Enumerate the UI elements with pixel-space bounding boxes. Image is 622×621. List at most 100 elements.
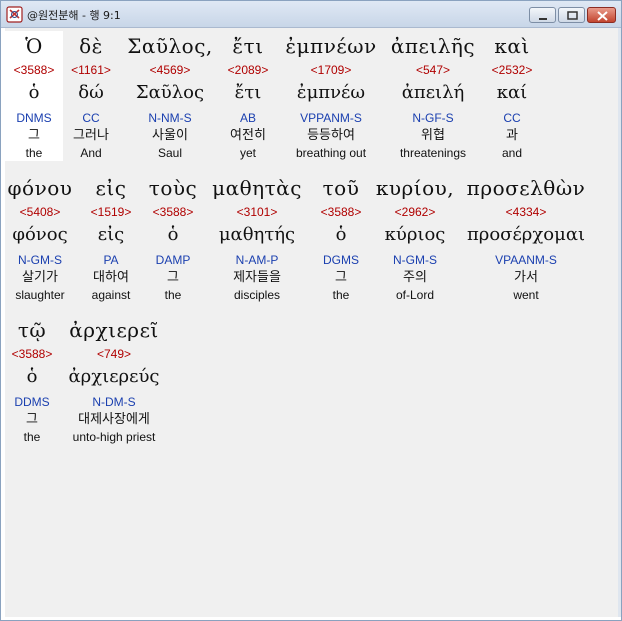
word-token[interactable]: κυρίου, <2962> κύριος N-GM-S 주의 of-Lord (373, 173, 457, 303)
english-gloss: Saul (157, 146, 183, 160)
morph-code: DGMS (323, 253, 359, 267)
korean-gloss: 여전히 (230, 128, 266, 143)
korean-gloss: 그러나 (73, 128, 109, 143)
english-gloss: And (80, 146, 102, 160)
korean-gloss: 살기가 (22, 270, 58, 285)
morph-code: N-DM-S (92, 395, 136, 409)
lemma: ἐμπνέω (296, 82, 366, 103)
word-token[interactable]: ἀπειλῆς <547> ἀπειλή N-GF-S 위협 threateni… (385, 31, 481, 161)
interlinear-panel: Ὁ <3588> ὁ DNMS 그 the δὲ <1161> δώ CC 그러… (5, 28, 618, 617)
word-token[interactable]: Ὁ <3588> ὁ DNMS 그 the (5, 31, 63, 161)
english-gloss: yet (239, 146, 256, 160)
minimize-button[interactable] (529, 7, 556, 23)
word-token[interactable]: Σαῦλος, <4569> Σαῦλος N-NM-S 사울이 Saul (121, 31, 219, 161)
strong-number[interactable]: <3588> (313, 203, 369, 221)
korean-gloss: 그 (26, 412, 38, 427)
korean-gloss: 그 (335, 270, 347, 285)
greek-word: Σαῦλος, (127, 34, 213, 58)
word-token[interactable]: καὶ <2532> καί CC 과 and (487, 31, 537, 161)
word-token[interactable]: τῷ <3588> ὁ DDMS 그 the (5, 315, 59, 445)
strong-number[interactable]: <4334> (461, 203, 591, 221)
greek-word: μαθητὰς (212, 176, 302, 200)
word-token[interactable]: δὲ <1161> δώ CC 그러나 And (63, 31, 119, 161)
word-token[interactable]: εἰς <1519> εἰς PA 대하여 against (83, 173, 139, 303)
close-button[interactable] (587, 7, 616, 23)
lemma: ἔτι (234, 82, 262, 103)
strong-number[interactable]: <749> (65, 345, 163, 363)
word-token[interactable]: μαθητὰς <3101> μαθητής N-AM-P 제자들을 disci… (209, 173, 305, 303)
lemma: Σαῦλος (135, 82, 205, 103)
english-gloss: threatenings (399, 146, 467, 160)
korean-gloss: 등등하여 (307, 128, 355, 143)
morph-code: AB (239, 111, 256, 125)
morph-code: VPPANM-S (300, 111, 362, 125)
greek-word: ἀρχιερεῖ (69, 318, 159, 342)
lemma: μαθητής (218, 224, 296, 245)
strong-number[interactable]: <5408> (7, 203, 73, 221)
window-right-border (618, 28, 621, 617)
word-token[interactable]: ἔτι <2089> ἔτι AB 여전히 yet (219, 31, 277, 161)
close-icon (597, 11, 608, 21)
word-token[interactable]: ἀρχιερεῖ <749> ἀρχιερεύς N-DM-S 대제사장에게 u… (65, 315, 163, 445)
morph-code: N-GF-S (412, 111, 454, 125)
word-token[interactable]: φόνου <5408> φόνος N-GM-S 살기가 slaughter (7, 173, 73, 303)
strong-number[interactable]: <3588> (143, 203, 203, 221)
greek-word: ἀπειλῆς (390, 34, 476, 58)
greek-word: ἔτι (232, 34, 264, 58)
lemma: ὁ (28, 82, 40, 103)
korean-gloss: 가서 (514, 270, 538, 285)
strong-number[interactable]: <3101> (209, 203, 305, 221)
title-bar[interactable]: @원전분해 - 행 9:1 (1, 1, 621, 28)
word-token[interactable]: τοῦ <3588> ὁ DGMS 그 the (313, 173, 369, 303)
morph-code: N-GM-S (18, 253, 62, 267)
window-title: @원전분해 - 행 9:1 (27, 9, 121, 22)
strong-number[interactable]: <1161> (63, 61, 119, 79)
minimize-icon (539, 18, 547, 20)
strong-number[interactable]: <3588> (5, 345, 59, 363)
greek-word: δὲ (79, 34, 103, 58)
english-gloss: the (164, 288, 182, 302)
lemma: κύριος (384, 224, 446, 245)
lemma: ὁ (26, 366, 38, 387)
morph-code: DAMP (155, 253, 191, 267)
morph-code: VPAANM-S (495, 253, 557, 267)
morph-code: CC (503, 111, 521, 125)
korean-gloss: 사울이 (152, 128, 188, 143)
english-gloss: breathing out (295, 146, 367, 160)
english-gloss: disciples (233, 288, 281, 302)
lemma: ὁ (335, 224, 347, 245)
strong-number[interactable]: <3588> (5, 61, 63, 79)
app-window: @원전분해 - 행 9:1 Ὁ <3588> ὁ DNMS 그 the δὲ <… (0, 0, 622, 621)
greek-word: φόνου (7, 176, 73, 200)
greek-word: τῷ (17, 318, 47, 342)
strong-number[interactable]: <1709> (281, 61, 381, 79)
korean-gloss: 주의 (403, 270, 427, 285)
morph-code: N-NM-S (148, 111, 192, 125)
strong-number[interactable]: <4569> (121, 61, 219, 79)
lemma: ἀρχιερεύς (68, 366, 160, 387)
morph-code: PA (103, 253, 119, 267)
word-token[interactable]: προσελθὼν <4334> προσέρχομαι VPAANM-S 가서… (461, 173, 591, 303)
maximize-button[interactable] (558, 7, 585, 23)
strong-number[interactable]: <1519> (83, 203, 139, 221)
greek-word: εἰς (95, 176, 127, 200)
lemma: ἀπειλή (401, 82, 465, 103)
greek-word: Ὁ (25, 34, 43, 58)
korean-gloss: 그 (28, 128, 40, 143)
word-token[interactable]: ἐμπνέων <1709> ἐμπνέω VPPANM-S 등등하여 brea… (281, 31, 381, 161)
greek-word: κυρίου, (375, 176, 455, 200)
greek-word: προσελθὼν (466, 176, 586, 200)
greek-word: τοῦ (322, 176, 360, 200)
greek-word: τοὺς (148, 176, 198, 200)
english-gloss: and (501, 146, 523, 160)
strong-number[interactable]: <2089> (219, 61, 277, 79)
word-token[interactable]: τοὺς <3588> ὁ DAMP 그 the (143, 173, 203, 303)
maximize-icon (567, 11, 578, 20)
morph-code: CC (82, 111, 100, 125)
english-gloss: against (91, 288, 131, 302)
lemma: εἰς (97, 224, 125, 245)
strong-number[interactable]: <2532> (487, 61, 537, 79)
morph-code: DNMS (16, 111, 52, 125)
strong-number[interactable]: <547> (385, 61, 481, 79)
strong-number[interactable]: <2962> (373, 203, 457, 221)
